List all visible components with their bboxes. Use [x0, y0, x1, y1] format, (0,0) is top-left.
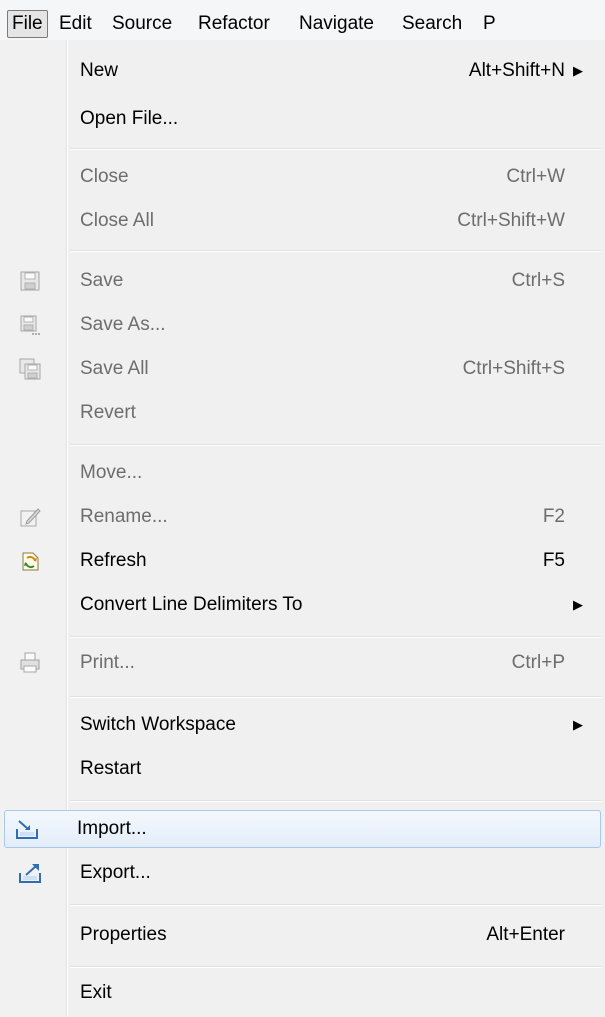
file-menu-dropdown: New Alt+Shift+N ▶ Open File... Close Ctr…	[0, 40, 605, 1017]
menu-item-save-all[interactable]: Save All Ctrl+Shift+S	[4, 350, 601, 388]
menu-project[interactable]: P	[483, 11, 505, 37]
menu-item-label: Move...	[80, 462, 143, 483]
menu-item-shortcut: Ctrl+S	[511, 270, 565, 291]
menu-item-label: Save All	[80, 358, 149, 379]
menu-item-new[interactable]: New Alt+Shift+N ▶	[4, 52, 601, 90]
menu-refactor[interactable]: Refactor	[198, 11, 270, 37]
export-icon	[18, 861, 42, 885]
menu-item-open-file[interactable]: Open File...	[4, 100, 601, 138]
menu-item-label: Restart	[80, 758, 142, 779]
menu-item-label: Close All	[80, 210, 154, 231]
menu-separator	[70, 148, 601, 150]
menu-item-label: Revert	[80, 402, 136, 423]
menu-item-export[interactable]: Export...	[4, 854, 601, 892]
menu-item-close-all[interactable]: Close All Ctrl+Shift+W	[4, 202, 601, 240]
menu-item-label: Print...	[80, 652, 135, 673]
menu-file[interactable]: File	[7, 10, 48, 38]
menu-item-label: New	[80, 60, 119, 81]
menu-edit[interactable]: Edit	[59, 11, 92, 37]
menu-item-label: Refresh	[80, 550, 147, 571]
chevron-right-icon: ▶	[573, 63, 583, 78]
menu-item-move[interactable]: Move...	[4, 454, 601, 492]
menu-item-import[interactable]: Import...	[4, 810, 601, 848]
menu-item-label: Save As...	[80, 314, 166, 335]
menu-item-rename[interactable]: Rename... F2	[4, 498, 601, 536]
menu-item-close[interactable]: Close Ctrl+W	[4, 158, 601, 196]
menu-item-label: Close	[80, 166, 129, 187]
menu-separator	[70, 904, 601, 906]
menu-item-save[interactable]: Save Ctrl+S	[4, 262, 601, 300]
refresh-icon	[18, 549, 42, 573]
menu-separator	[70, 444, 601, 446]
rename-icon	[18, 505, 42, 529]
save-all-icon	[18, 357, 42, 381]
menu-item-label: Switch Workspace	[80, 714, 236, 735]
menu-item-label: Exit	[80, 982, 112, 1003]
menu-item-label: Export...	[80, 862, 151, 883]
menu-item-revert[interactable]: Revert	[4, 394, 601, 432]
menu-item-exit[interactable]: Exit	[4, 974, 601, 1012]
menu-item-properties[interactable]: Properties Alt+Enter	[4, 916, 601, 954]
menu-separator	[70, 800, 601, 802]
menu-item-label: Properties	[80, 924, 167, 945]
menu-item-label: Open File...	[80, 108, 179, 129]
menu-separator	[70, 696, 601, 698]
menu-item-shortcut: Ctrl+P	[511, 652, 565, 673]
menu-separator	[70, 636, 601, 638]
menu-item-shortcut: Ctrl+Shift+W	[457, 210, 565, 231]
menu-separator	[70, 966, 601, 968]
menu-item-switch-workspace[interactable]: Switch Workspace ▶	[4, 706, 601, 744]
menu-item-save-as[interactable]: Save As...	[4, 306, 601, 344]
chevron-right-icon: ▶	[573, 717, 583, 732]
menu-item-shortcut: Alt+Enter	[486, 924, 565, 945]
import-icon	[15, 817, 39, 841]
chevron-right-icon: ▶	[573, 597, 583, 612]
save-as-icon	[18, 313, 42, 337]
menu-item-shortcut: F5	[542, 550, 565, 571]
menu-item-shortcut: Alt+Shift+N	[468, 60, 565, 81]
menu-source[interactable]: Source	[112, 11, 172, 37]
menu-item-label: Convert Line Delimiters To	[80, 594, 303, 615]
menu-bar: File Edit Source Refactor Navigate Searc…	[0, 0, 605, 41]
menu-item-shortcut: Ctrl+W	[506, 166, 565, 187]
menu-item-label: Save	[80, 270, 124, 291]
menu-item-shortcut: Ctrl+Shift+S	[462, 358, 565, 379]
menu-item-label: Import...	[77, 818, 147, 839]
menu-separator	[70, 250, 601, 252]
menu-navigate[interactable]: Navigate	[299, 11, 374, 37]
save-icon	[18, 269, 42, 293]
menu-item-print[interactable]: Print... Ctrl+P	[4, 644, 601, 682]
menu-item-shortcut: F2	[542, 506, 565, 527]
menu-item-restart[interactable]: Restart	[4, 750, 601, 788]
menu-item-convert-line-delimiters[interactable]: Convert Line Delimiters To ▶	[4, 586, 601, 624]
menu-item-label: Rename...	[80, 506, 168, 527]
print-icon	[18, 651, 42, 675]
menu-search[interactable]: Search	[402, 11, 462, 37]
menu-item-refresh[interactable]: Refresh F5	[4, 542, 601, 580]
